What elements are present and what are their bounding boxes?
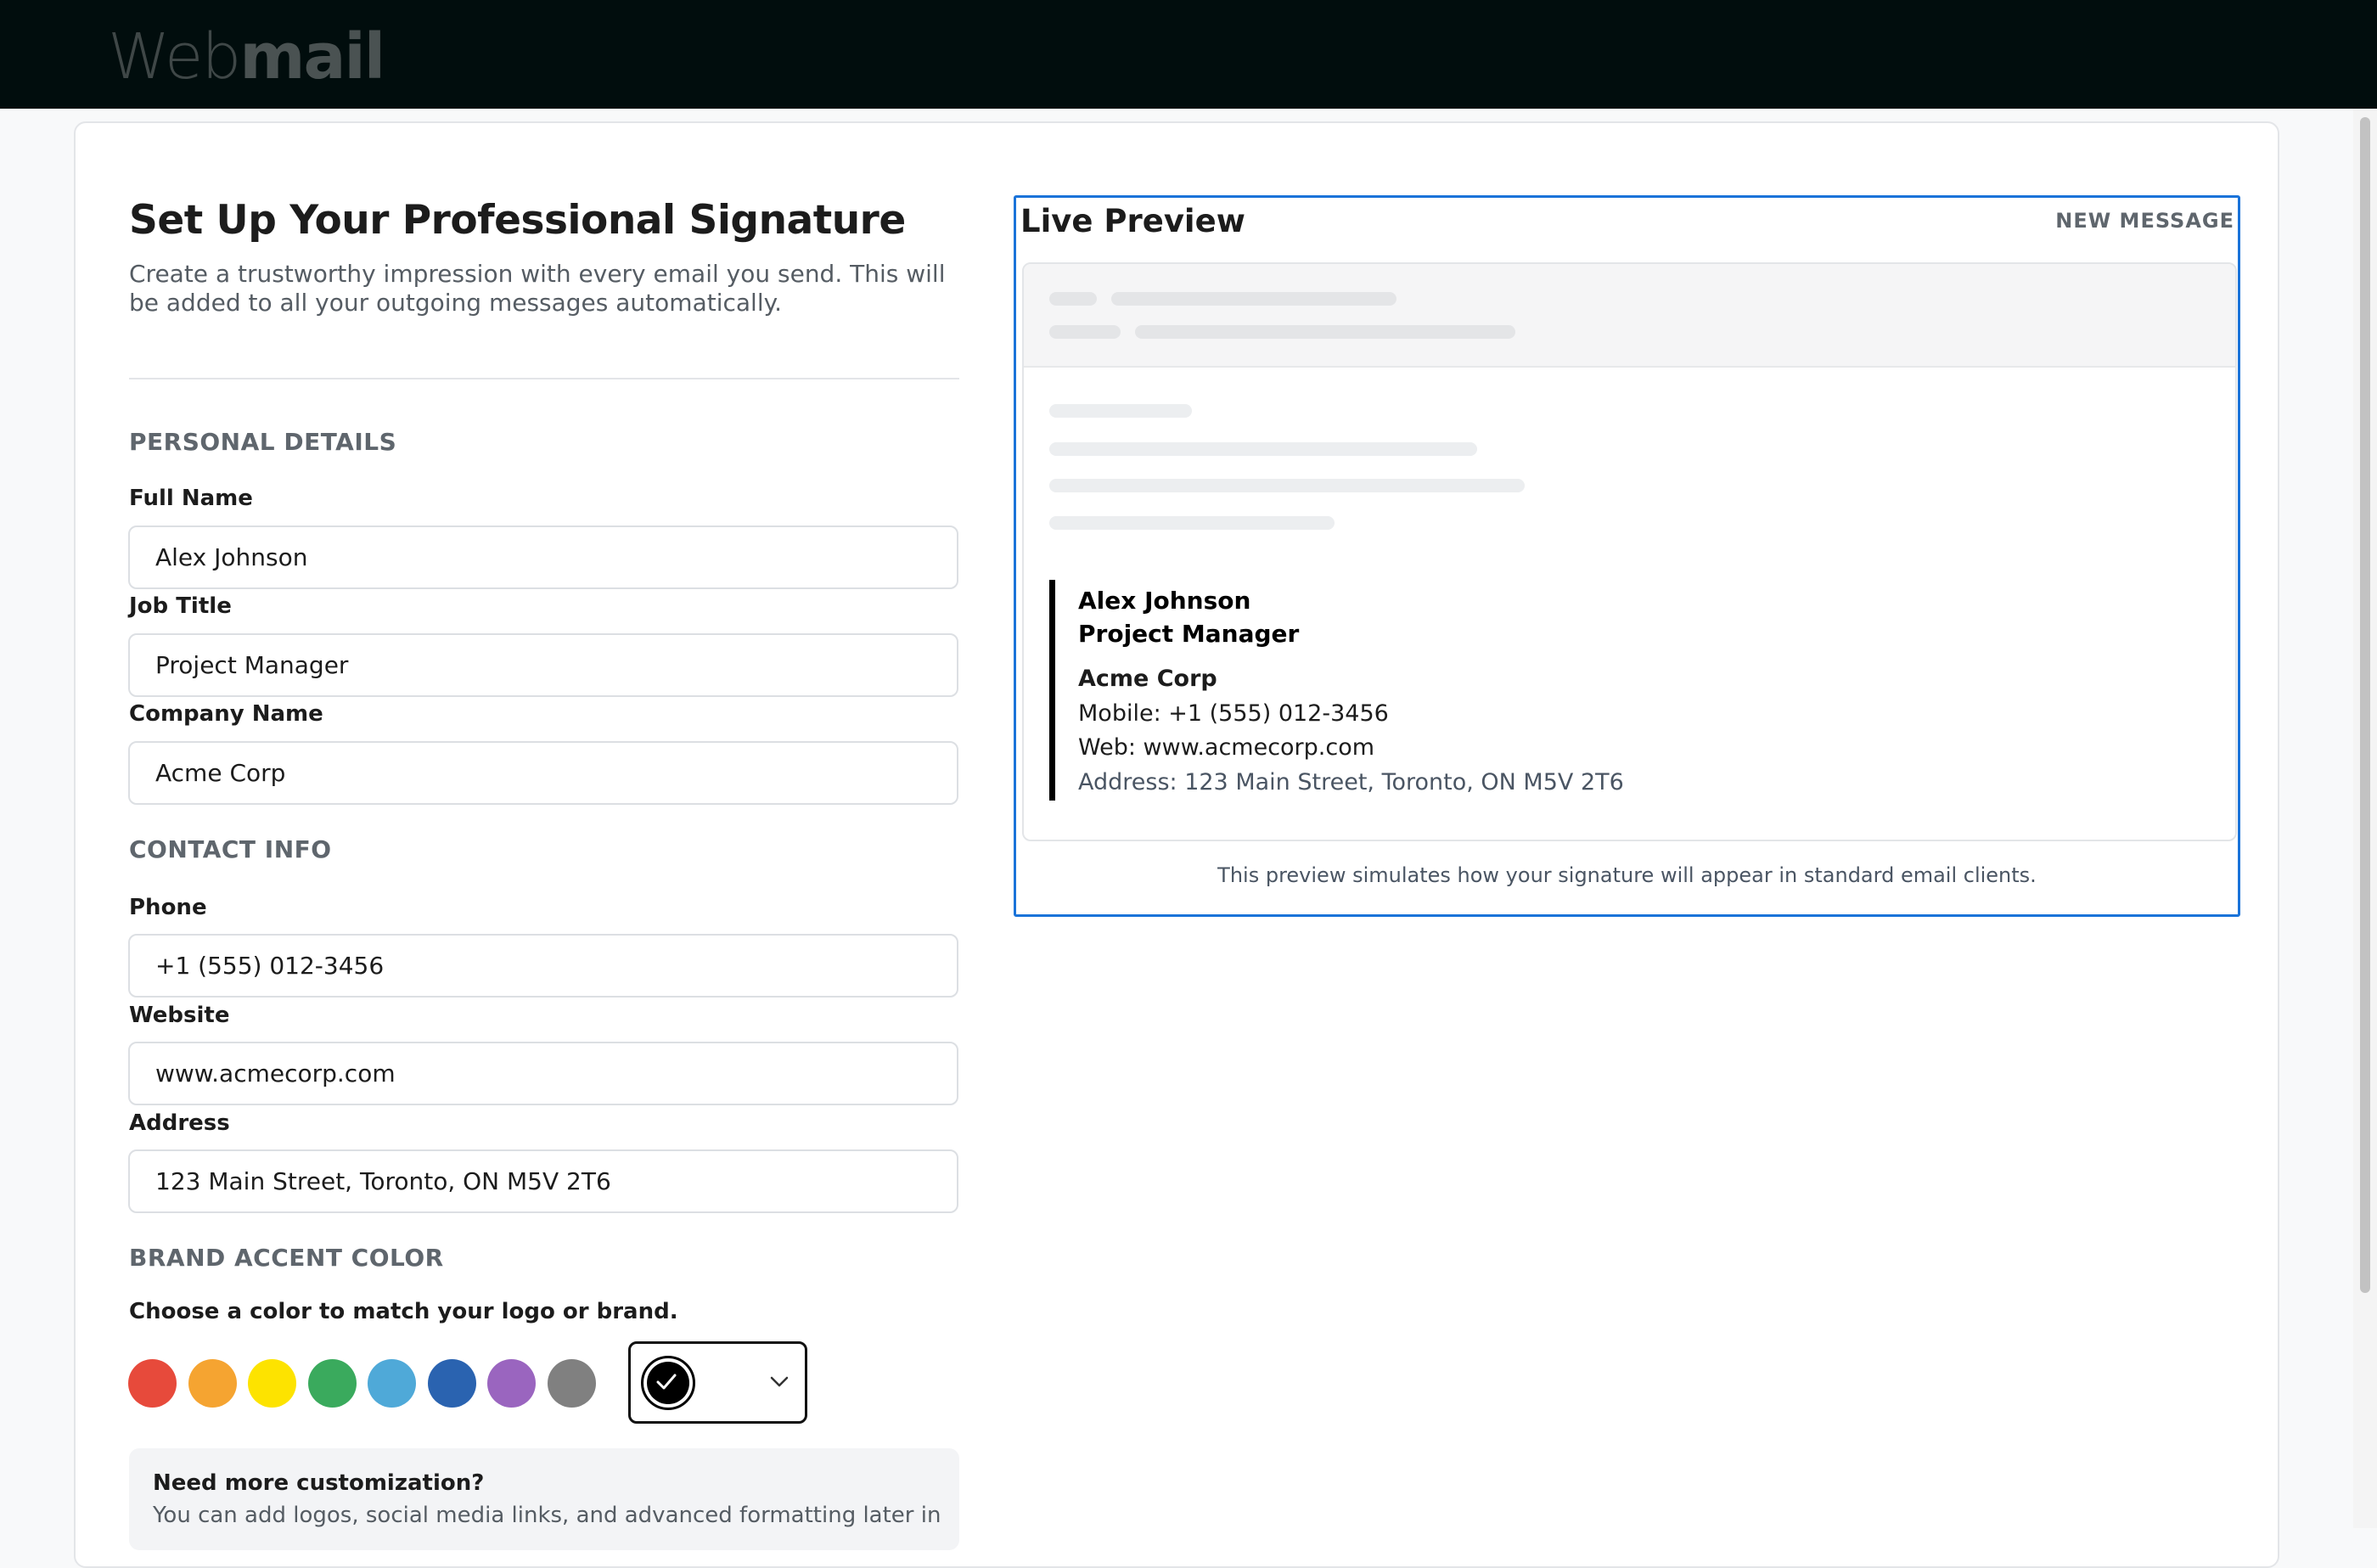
color-swatch[interactable] xyxy=(128,1359,177,1408)
scrollbar-thumb[interactable] xyxy=(2360,117,2370,1293)
signature-block: Alex Johnson Project Manager Acme Corp M… xyxy=(1049,580,2159,801)
color-swatch[interactable] xyxy=(548,1359,596,1408)
info-title: Need more customization? xyxy=(153,1470,485,1496)
signature-company: Acme Corp xyxy=(1078,666,1217,692)
signature-name: Alex Johnson xyxy=(1078,587,1251,615)
logo-text-light: Web xyxy=(108,20,241,93)
skeleton-line xyxy=(1049,292,1097,306)
page-subtitle: Create a trustworthy impression with eve… xyxy=(129,260,946,317)
custom-color-picker[interactable] xyxy=(628,1341,807,1424)
signature-phone: Mobile: +1 (555) 012-3456 xyxy=(1078,700,1389,727)
full-name-input[interactable] xyxy=(128,525,958,589)
customization-info-box: Need more customization? You can add log… xyxy=(129,1448,959,1550)
phone-input[interactable] xyxy=(128,934,958,998)
skeleton-line xyxy=(1049,479,1525,492)
live-preview-panel: Live Preview NEW MESSAGE Alex Johnson Pr… xyxy=(1014,195,2240,917)
signature-address: Address: 123 Main Street, Toronto, ON M5… xyxy=(1078,769,1624,795)
divider xyxy=(129,378,959,379)
company-name-label: Company Name xyxy=(129,701,323,727)
section-personal-details: PERSONAL DETAILS xyxy=(129,428,397,456)
skeleton-line xyxy=(1111,292,1396,306)
new-message-tag: NEW MESSAGE xyxy=(2055,209,2234,233)
website-label: Website xyxy=(129,1003,230,1028)
color-swatch[interactable] xyxy=(248,1359,296,1408)
job-title-label: Job Title xyxy=(129,593,232,619)
skeleton-line xyxy=(1135,325,1515,339)
top-bar: Webmail xyxy=(0,0,2377,109)
email-header-placeholder xyxy=(1024,264,2235,368)
page-title: Set Up Your Professional Signature xyxy=(129,197,906,244)
website-input[interactable] xyxy=(128,1042,958,1105)
preview-note: This preview simulates how your signatur… xyxy=(1217,863,2037,887)
section-contact-info: CONTACT INFO xyxy=(129,835,332,863)
signature-website: Web: www.acmecorp.com xyxy=(1078,734,1375,761)
webmail-logo[interactable]: Webmail xyxy=(108,19,385,95)
skeleton-line xyxy=(1049,516,1335,530)
email-mockup: Alex Johnson Project Manager Acme Corp M… xyxy=(1022,262,2237,841)
color-swatch[interactable] xyxy=(188,1359,237,1408)
signature-job-title: Project Manager xyxy=(1078,620,1300,648)
color-swatch[interactable] xyxy=(368,1359,416,1408)
logo-text-bold: mail xyxy=(239,20,385,93)
job-title-input[interactable] xyxy=(128,633,958,697)
selected-color-chip xyxy=(641,1356,695,1410)
company-name-input[interactable] xyxy=(128,741,958,805)
chevron-down-icon xyxy=(770,1376,789,1387)
address-input[interactable] xyxy=(128,1149,958,1213)
skeleton-line xyxy=(1049,404,1192,418)
check-icon xyxy=(656,1374,677,1390)
info-text: You can add logos, social media links, a… xyxy=(153,1503,941,1528)
brand-color-hint: Choose a color to match your logo or bra… xyxy=(129,1299,678,1324)
address-label: Address xyxy=(129,1110,230,1136)
preview-title: Live Preview xyxy=(1020,203,1245,239)
color-swatch[interactable] xyxy=(308,1359,357,1408)
color-swatch[interactable] xyxy=(487,1359,536,1408)
full-name-label: Full Name xyxy=(129,486,253,511)
section-brand-accent-color: BRAND ACCENT COLOR xyxy=(129,1244,444,1272)
skeleton-line xyxy=(1049,325,1121,339)
phone-label: Phone xyxy=(129,895,207,920)
skeleton-line xyxy=(1049,442,1477,456)
color-swatch[interactable] xyxy=(428,1359,476,1408)
